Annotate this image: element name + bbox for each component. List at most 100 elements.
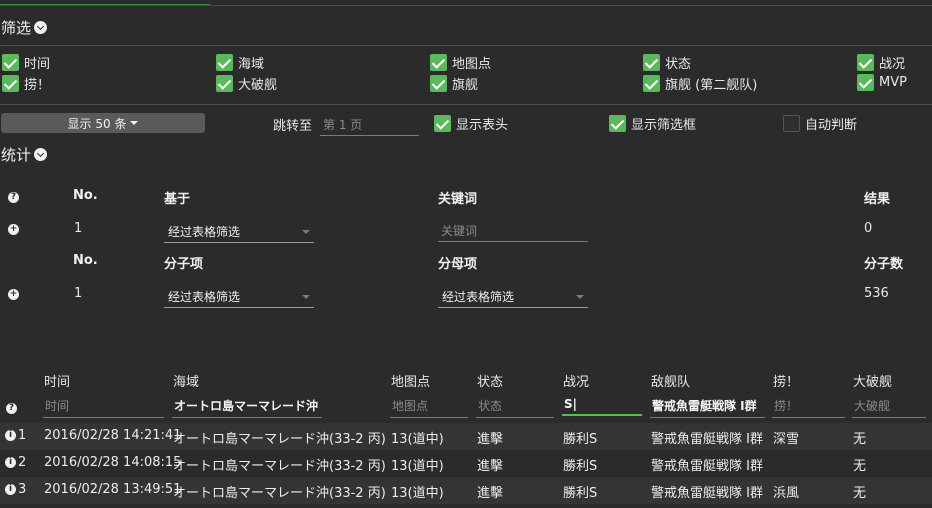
check-icon	[643, 54, 660, 71]
filter-status-input[interactable]: 状态	[476, 397, 554, 418]
cell-time: 2016/02/28 13:49:51	[44, 482, 182, 497]
filter-result-input[interactable]: S|	[562, 397, 642, 416]
filter-area-input[interactable]: オートロ島マーマレード沖	[172, 397, 322, 418]
stats-col-fraction: 分子数	[864, 257, 904, 272]
filter-point-input[interactable]: 地图点	[390, 397, 468, 418]
checkbox-time[interactable]: 时间	[2, 53, 50, 72]
checkbox-status[interactable]: 状态	[643, 53, 691, 72]
cell-drop: 浜風	[773, 486, 800, 501]
cell-enemy: 警戒魚雷艇戦隊 I群	[651, 486, 763, 501]
table-row[interactable]: i3 2016/02/28 13:49:51 オートロ島マーマレード沖(33-2…	[0, 477, 932, 504]
cell-enemy: 警戒魚雷艇戦隊 I群	[651, 459, 763, 474]
cell-result: 勝利S	[563, 432, 598, 447]
top-divider	[0, 5, 932, 6]
cell-time: 2016/02/28 14:08:15	[44, 455, 182, 470]
col-header-damaged[interactable]: 大破舰	[853, 371, 892, 390]
checkbox-mvp[interactable]: MVP	[857, 74, 907, 91]
stats-title: 统计	[1, 146, 32, 164]
stats-result-value: 0	[864, 221, 873, 236]
cell-status: 進擊	[477, 486, 504, 501]
col-header-point[interactable]: 地图点	[391, 371, 430, 390]
check-icon	[857, 74, 874, 91]
cell-damaged: 无	[853, 432, 867, 447]
cell-result: 勝利S	[563, 486, 598, 501]
add-icon[interactable]: +	[8, 224, 19, 235]
cell-drop: 深雪	[773, 432, 800, 447]
col-header-area[interactable]: 海域	[173, 371, 199, 390]
cell-area: オートロ島マーマレード沖(33-2 丙)	[173, 459, 386, 474]
help-icon[interactable]: ?	[6, 403, 17, 414]
cell-point: 13(道中)	[391, 432, 444, 447]
col-header-result[interactable]: 战况	[563, 371, 589, 390]
col-header-drop[interactable]: 捞！	[773, 371, 799, 390]
jump-page-input[interactable]: 第 1 页	[320, 116, 419, 136]
cell-enemy: 警戒魚雷艇戦隊 I群	[651, 432, 763, 447]
col-header-status[interactable]: 状态	[477, 371, 503, 390]
stats-col-no: No.	[73, 253, 98, 268]
cell-damaged: 无	[853, 459, 867, 474]
info-icon[interactable]: i	[5, 484, 16, 495]
chevron-down-icon	[34, 21, 48, 34]
stats-fraction-value: 536	[864, 286, 889, 301]
stats-col-base: 基于	[164, 192, 191, 207]
col-header-time[interactable]: 时间	[44, 371, 70, 390]
check-icon	[216, 54, 233, 71]
help-icon[interactable]: ?	[8, 192, 19, 203]
cell-area: オートロ島マーマレード沖(33-2 丙)	[173, 486, 386, 501]
checkbox-drop[interactable]: 捞！	[2, 74, 50, 93]
check-icon	[857, 54, 874, 71]
cell-status: 進擊	[477, 432, 504, 447]
stats-col-denominator: 分母项	[438, 257, 478, 272]
checkbox-area[interactable]: 海域	[216, 53, 264, 72]
stats-section-header[interactable]: 统计	[1, 144, 48, 165]
cell-area: オートロ島マーマレード沖(33-2 丙)	[173, 432, 386, 447]
filter-title: 筛选	[1, 19, 32, 37]
filter-drop-input[interactable]: 捞！	[772, 397, 845, 418]
check-icon	[216, 75, 233, 92]
filter-enemy-input[interactable]: 警戒魚雷艇戦隊 I群	[650, 397, 765, 418]
cell-point: 13(道中)	[391, 459, 444, 474]
chevron-down-icon	[34, 148, 48, 161]
stats-row-no: 1	[74, 286, 83, 301]
check-icon	[643, 75, 660, 92]
check-icon	[2, 75, 19, 92]
checkbox-map-point[interactable]: 地图点	[430, 53, 491, 72]
stats-col-keyword: 关键词	[438, 192, 478, 207]
cell-point: 13(道中)	[391, 486, 444, 501]
keyword-input[interactable]: 关键词	[438, 222, 588, 242]
checkbox-flagship[interactable]: 旗舰	[430, 74, 478, 93]
checkbox-auto-judge[interactable]: 自动判断	[783, 114, 857, 133]
info-icon[interactable]: i	[5, 457, 16, 468]
filter-damaged-input[interactable]: 大破舰	[852, 397, 926, 418]
info-icon[interactable]: i	[5, 430, 16, 441]
checkbox-flagship-second-fleet[interactable]: 旗舰 (第二舰队)	[643, 74, 757, 93]
stats-col-no: No.	[73, 188, 98, 203]
check-icon	[2, 54, 19, 71]
check-icon	[609, 115, 626, 132]
filter-section-header[interactable]: 筛选	[1, 17, 48, 38]
checkbox-empty-icon	[783, 115, 800, 132]
col-header-enemy[interactable]: 敌舰队	[651, 371, 690, 390]
check-icon	[430, 75, 447, 92]
jump-label: 跳转至	[273, 119, 313, 134]
checkbox-heavily-damaged[interactable]: 大破舰	[216, 74, 277, 93]
check-icon	[434, 115, 451, 132]
filter-time-input[interactable]: 时间	[43, 397, 164, 418]
table-row[interactable]: i1 2016/02/28 14:21:41 オートロ島マーマレード沖(33-2…	[0, 423, 932, 450]
numerator-select[interactable]: 经过表格筛选	[164, 288, 314, 308]
checkbox-show-filter[interactable]: 显示筛选框	[609, 114, 696, 133]
stats-col-result: 结果	[864, 192, 891, 207]
divider	[0, 45, 932, 46]
show-count-dropdown[interactable]: 显示 50 条	[1, 113, 205, 133]
stats-row-no: 1	[74, 221, 83, 236]
cell-time: 2016/02/28 14:21:41	[44, 428, 182, 443]
checkbox-battle-result[interactable]: 战况	[857, 53, 905, 72]
table-row[interactable]: i2 2016/02/28 14:08:15 オートロ島マーマレード沖(33-2…	[0, 450, 932, 477]
add-icon[interactable]: +	[8, 289, 19, 300]
cell-result: 勝利S	[563, 459, 598, 474]
divider	[0, 104, 932, 105]
checkbox-show-header[interactable]: 显示表头	[434, 114, 508, 133]
base-select[interactable]: 经过表格筛选	[164, 223, 314, 243]
denominator-select[interactable]: 经过表格筛选	[438, 288, 588, 308]
caret-down-icon	[302, 294, 310, 299]
